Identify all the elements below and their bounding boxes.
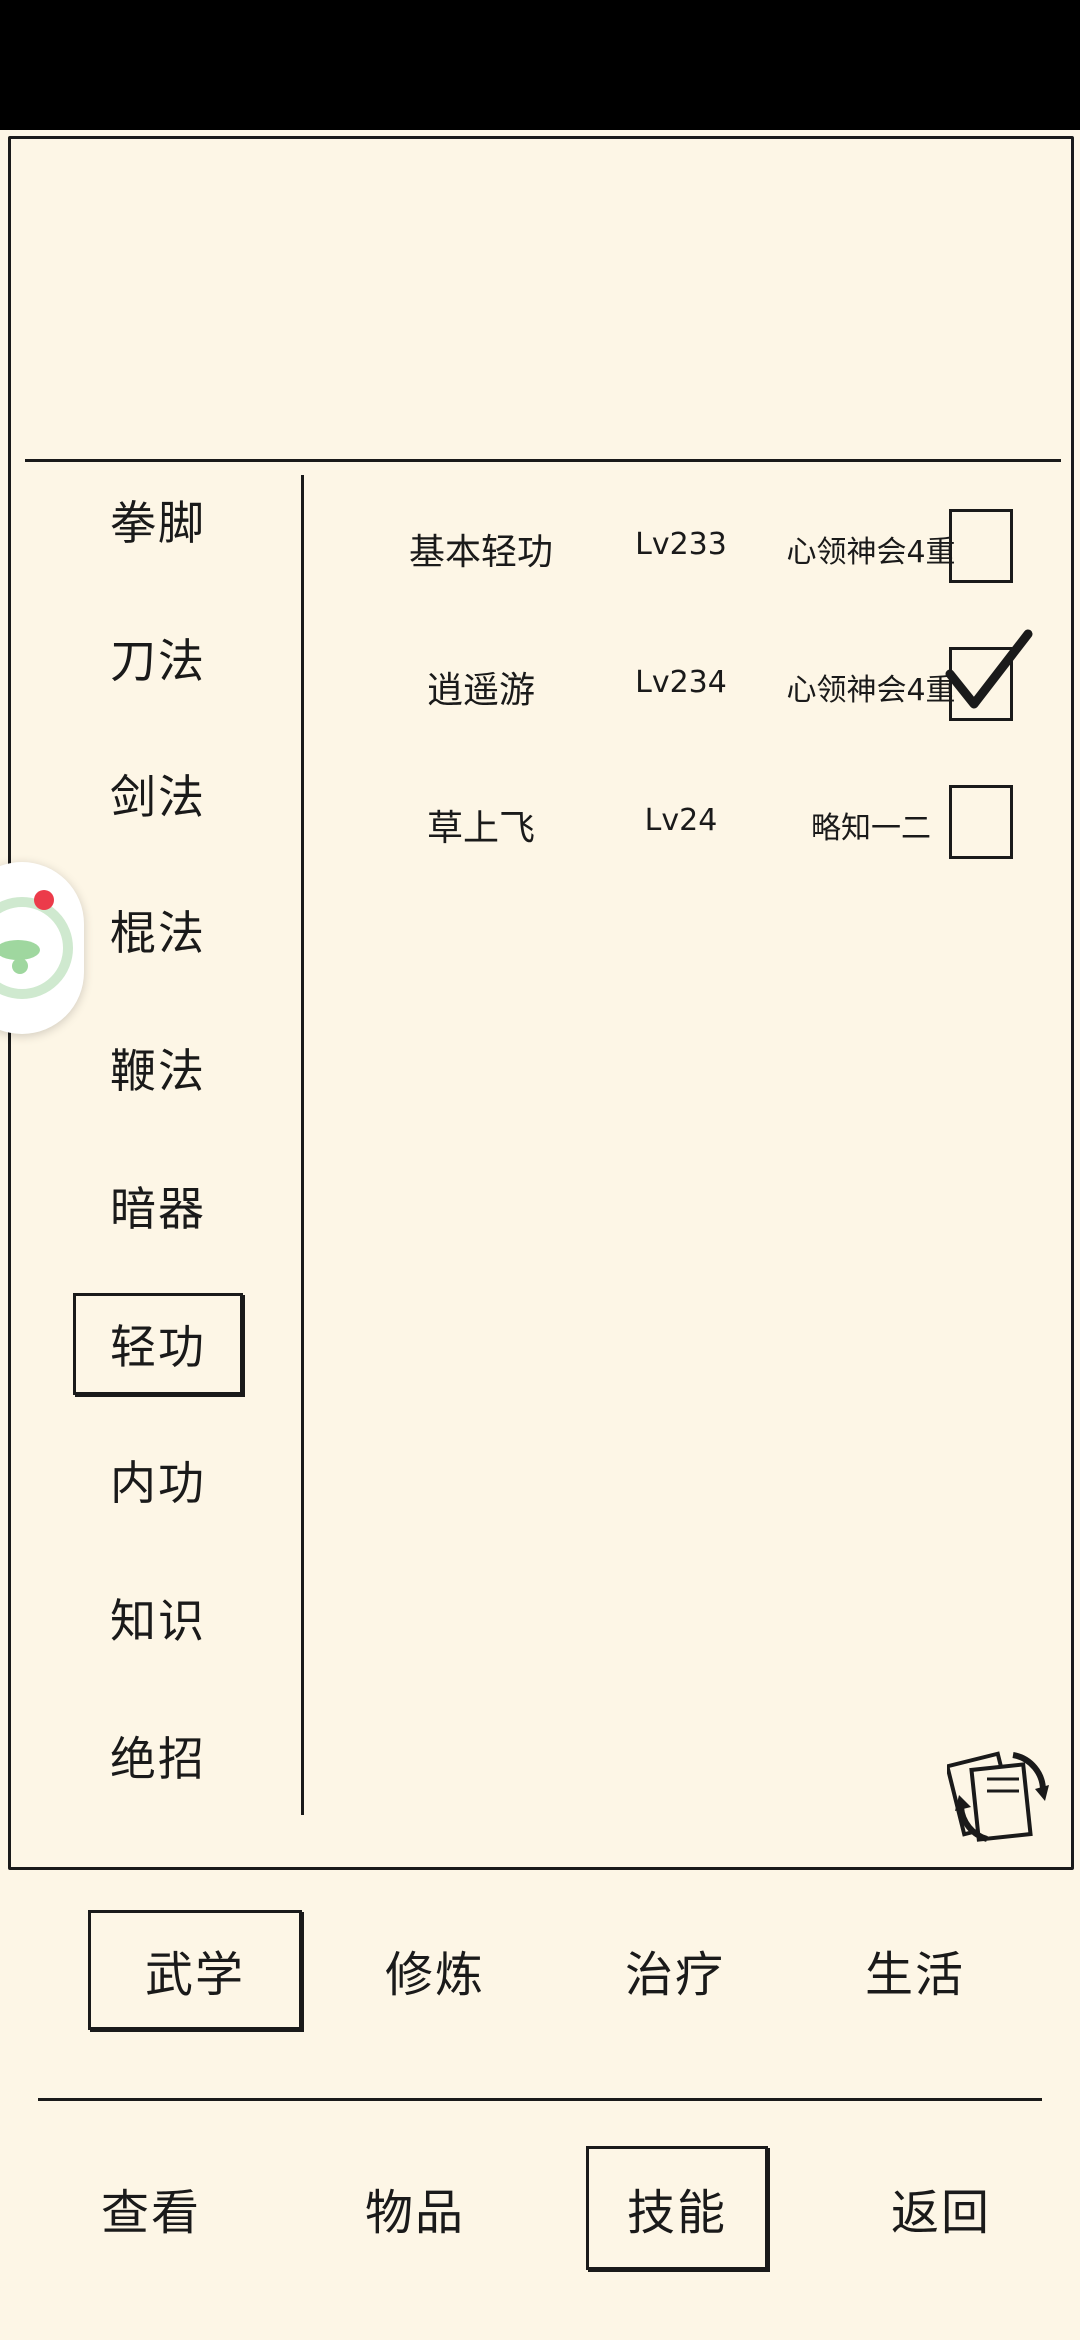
tab-zhiliao[interactable]: 治疗: [568, 1910, 782, 2030]
refresh-cards-icon[interactable]: [947, 1745, 1051, 1849]
category-neigong[interactable]: 内功: [73, 1429, 243, 1531]
category-gunfa[interactable]: 棍法: [73, 879, 243, 981]
category-daofa[interactable]: 刀法: [73, 607, 243, 709]
nav-jineng[interactable]: 技能: [586, 2146, 768, 2270]
sub-tab-bar: 武学 修炼 治疗 生活: [0, 1900, 1080, 2040]
notification-dot: [34, 890, 54, 910]
skill-name: 逍遥游: [426, 670, 535, 711]
category-qinggong[interactable]: 轻功: [73, 1293, 243, 1395]
skills-panel: 拳脚 刀法 剑法 棍法 鞭法 暗器 轻功 内功 知识 绝招 基本轻功 Lv233…: [8, 136, 1074, 1870]
floating-assistant-icon: [0, 897, 73, 999]
skill-level: Lv233: [635, 527, 727, 562]
skill-row[interactable]: 草上飞 Lv24 略知一二: [351, 777, 1031, 867]
category-zhishi[interactable]: 知识: [73, 1567, 243, 1669]
floating-assistant-button[interactable]: [0, 862, 84, 1034]
skill-name: 基本轻功: [408, 532, 553, 573]
skill-level: Lv24: [644, 803, 718, 838]
category-juezhao[interactable]: 绝招: [73, 1705, 243, 1807]
skill-level: Lv234: [635, 665, 727, 700]
category-list: 拳脚 刀法 剑法 棍法 鞭法 暗器 轻功 内功 知识 绝招: [51, 469, 261, 1869]
tab-xiulian[interactable]: 修炼: [328, 1910, 542, 2030]
category-quanjiao[interactable]: 拳脚: [73, 469, 243, 571]
status-bar: [0, 0, 1080, 130]
info-area: [11, 139, 1071, 459]
panel-divider: [25, 459, 1061, 462]
skill-checkbox[interactable]: [949, 785, 1013, 859]
tab-wuxue[interactable]: 武学: [88, 1910, 302, 2030]
skill-row[interactable]: 逍遥游 Lv234 心领神会4重: [351, 629, 1033, 729]
category-anqi[interactable]: 暗器: [73, 1155, 243, 1257]
category-divider: [301, 475, 304, 1815]
category-bianfa[interactable]: 鞭法: [73, 1017, 243, 1119]
skill-checkbox[interactable]: [945, 629, 1033, 721]
checkmark-icon: [945, 629, 1033, 709]
bottom-nav: 查看 物品 技能 返回: [0, 2140, 1080, 2280]
bottom-divider: [38, 2098, 1042, 2101]
nav-wupin[interactable]: 物品: [324, 2146, 506, 2270]
skill-name: 草上飞: [426, 808, 535, 849]
category-jianfa[interactable]: 剑法: [73, 743, 243, 845]
skill-row[interactable]: 基本轻功 Lv233 心领神会4重: [351, 501, 1031, 591]
nav-chakan[interactable]: 查看: [60, 2146, 242, 2270]
tab-shenghuo[interactable]: 生活: [808, 1910, 1022, 2030]
nav-fanhui[interactable]: 返回: [850, 2146, 1032, 2270]
skill-checkbox[interactable]: [949, 509, 1013, 583]
